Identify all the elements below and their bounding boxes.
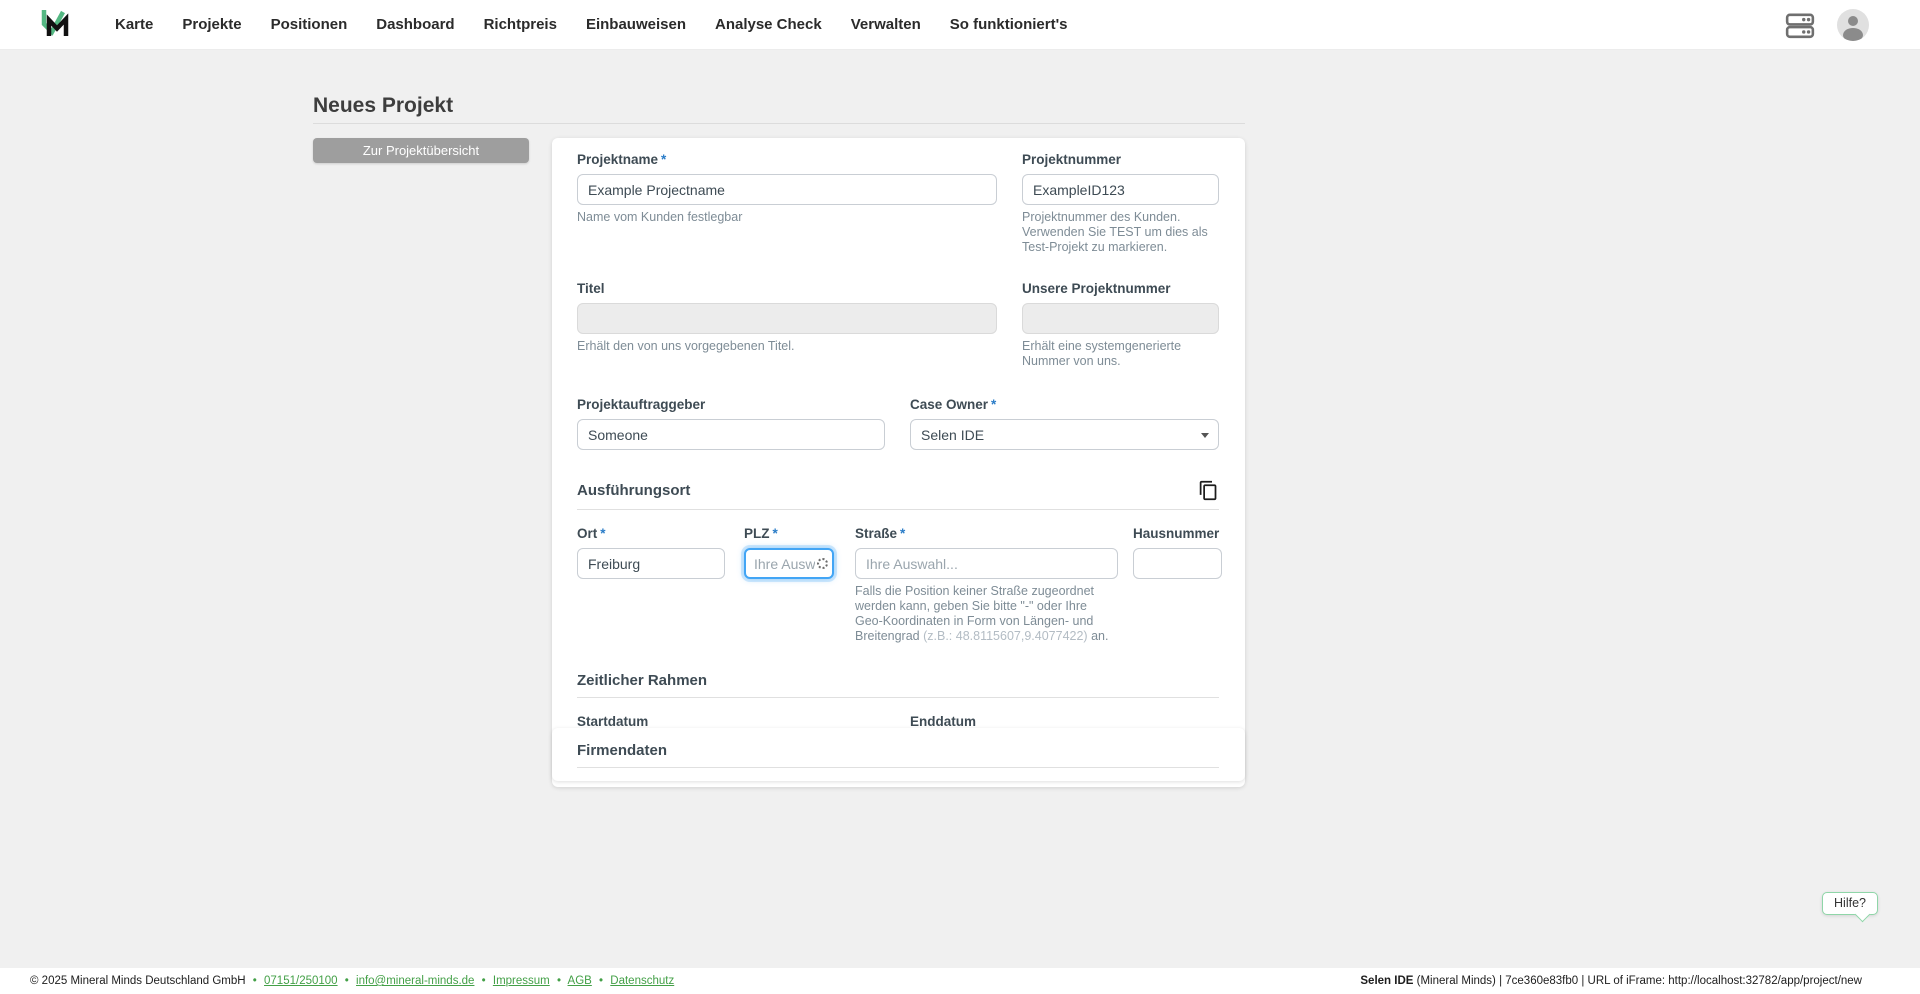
ort-label: Ort *: [577, 526, 606, 541]
firmendaten-divider: [577, 767, 1219, 768]
plz-label: PLZ *: [744, 526, 778, 541]
titel-hint: Erhält den von uns vorgegebenen Titel.: [577, 339, 795, 353]
unsere-projektnummer-label: Unsere Projektnummer: [1022, 281, 1171, 296]
plz-input-wrapper: [744, 548, 834, 579]
ort-input[interactable]: [577, 548, 725, 579]
field-hausnummer: Hausnummer: [1133, 526, 1222, 644]
required-asterisk: *: [900, 526, 906, 541]
loading-spinner-icon: [817, 558, 828, 569]
field-titel: Titel Erhält den von uns vorgegebenen Ti…: [577, 281, 997, 369]
projektauftraggeber-input[interactable]: [577, 419, 885, 450]
unsere-projektnummer-hint: Erhält eine systemgenerierte Nummer von …: [1022, 339, 1182, 368]
nav-item-richtpreis[interactable]: Richtpreis: [484, 16, 557, 33]
separator-dot: [345, 975, 349, 987]
firmendaten-card: Firmendaten: [552, 728, 1245, 781]
projektnummer-hint: Projektnummer des Kunden. Verwenden Sie …: [1022, 210, 1208, 254]
field-projektnummer: Projektnummer Projektnummer des Kunden. …: [1022, 152, 1219, 255]
ausfuehrungsort-divider: [577, 509, 1219, 510]
projektname-input[interactable]: [577, 174, 997, 205]
field-projektname: Projektname* Name vom Kunden festlegbar: [577, 152, 997, 255]
required-asterisk: *: [772, 526, 778, 541]
field-strasse: Straße* Falls die Position keiner Straße…: [855, 526, 1118, 644]
case-owner-selected-value: Selen IDE: [921, 426, 985, 443]
field-unsere-projektnummer: Unsere Projektnummer Erhält eine systemg…: [1022, 281, 1219, 369]
ausfuehrungsort-title: Ausführungsort: [577, 482, 691, 499]
back-to-project-overview-button[interactable]: Zur Projektübersicht: [313, 138, 529, 163]
firmendaten-section-header: Firmendaten: [577, 742, 1219, 759]
nav-item-projekte[interactable]: Projekte: [182, 16, 241, 33]
strasse-hint-example: (z.B.: 48.8115607,9.4077422): [923, 629, 1088, 643]
mineral-minds-logo-icon[interactable]: [35, 5, 75, 45]
required-asterisk: *: [661, 152, 667, 167]
field-projektauftraggeber: Projektauftraggeber: [577, 397, 885, 450]
form-row-titel-nummer: Titel Erhält den von uns vorgegebenen Ti…: [577, 281, 1219, 369]
footer-left: © 2025 Mineral Minds Deutschland GmbH 07…: [30, 975, 674, 987]
separator-dot: [253, 975, 257, 987]
nav-item-analyse-check[interactable]: Analyse Check: [715, 16, 822, 33]
avatar-icon[interactable]: [1837, 8, 1869, 41]
copy-icon[interactable]: [1198, 480, 1219, 501]
projektnummer-input[interactable]: [1022, 174, 1219, 205]
case-owner-select[interactable]: Selen IDE: [910, 419, 1219, 450]
field-plz: PLZ *: [744, 526, 834, 644]
projektname-hint: Name vom Kunden festlegbar: [577, 210, 743, 224]
field-case-owner: Case Owner * Selen IDE: [910, 397, 1219, 450]
footer-session-info: (Mineral Minds) | 7ce360e83fb0 | URL of …: [1413, 975, 1862, 987]
nav-item-einbauweisen[interactable]: Einbauweisen: [586, 16, 686, 33]
titel-label: Titel: [577, 281, 605, 296]
nav-item-so-funktionierts[interactable]: So funktioniert's: [950, 16, 1068, 33]
zeitlicher-rahmen-section-header: Zeitlicher Rahmen: [577, 672, 1219, 689]
page-footer: © 2025 Mineral Minds Deutschland GmbH 07…: [0, 968, 1920, 994]
nav-item-positionen[interactable]: Positionen: [271, 16, 348, 33]
required-asterisk: *: [991, 397, 997, 412]
projektauftraggeber-label: Projektauftraggeber: [577, 397, 706, 412]
enddatum-label: Enddatum: [910, 714, 976, 729]
separator-dot: [599, 975, 603, 987]
form-row-address: Ort* PLZ* Straße* Falls die Position kei…: [577, 526, 1222, 644]
titel-input: [577, 303, 997, 334]
separator-dot: [557, 975, 561, 987]
case-owner-label: Case Owner *: [910, 397, 997, 412]
server-icon[interactable]: [1785, 11, 1815, 39]
copyright-text: © 2025 Mineral Minds Deutschland GmbH: [30, 975, 246, 987]
strasse-label: Straße *: [855, 526, 906, 541]
form-row-name-number: Projektname* Name vom Kunden festlegbar …: [577, 152, 1219, 255]
main-navigation: Karte Projekte Positionen Dashboard Rich…: [115, 16, 1068, 33]
footer-link-phone[interactable]: 07151/250100: [264, 975, 338, 987]
hausnummer-label: Hausnummer: [1133, 526, 1220, 541]
strasse-hint: Falls die Position keiner Straße zugeord…: [855, 584, 1109, 643]
footer-link-datenschutz[interactable]: Datenschutz: [610, 975, 674, 987]
footer-link-email[interactable]: info@mineral-minds.de: [356, 975, 474, 987]
field-ort: Ort *: [577, 526, 725, 644]
title-divider: [313, 123, 1245, 124]
page-title: Neues Projekt: [313, 94, 454, 117]
ausfuehrungsort-section-header: Ausführungsort: [577, 480, 1219, 501]
footer-right: Selen IDE (Mineral Minds) | 7ce360e83fb0…: [1360, 975, 1862, 987]
zeitlicher-rahmen-divider: [577, 697, 1219, 698]
dropdown-arrow-icon: [1201, 433, 1209, 438]
project-form-card: Projektname* Name vom Kunden festlegbar …: [552, 138, 1245, 787]
navbar-right-actions: [1785, 8, 1920, 41]
strasse-input[interactable]: [855, 548, 1118, 579]
app-window: Karte Projekte Positionen Dashboard Rich…: [0, 0, 1920, 994]
firmendaten-title: Firmendaten: [577, 742, 668, 759]
top-navbar: Karte Projekte Positionen Dashboard Rich…: [0, 0, 1920, 50]
required-asterisk: *: [600, 526, 606, 541]
zeitlicher-rahmen-title: Zeitlicher Rahmen: [577, 672, 708, 689]
page-content: Neues Projekt Zur Projektübersicht Proje…: [0, 50, 1920, 968]
form-row-auftraggeber-owner: Projektauftraggeber Case Owner* Selen ID…: [577, 397, 1219, 450]
footer-session-user: Selen IDE: [1360, 975, 1414, 987]
startdatum-label: Startdatum: [577, 714, 649, 729]
footer-link-agb[interactable]: AGB: [568, 975, 592, 987]
unsere-projektnummer-input: [1022, 303, 1219, 334]
nav-item-dashboard[interactable]: Dashboard: [376, 16, 454, 33]
separator-dot: [482, 975, 486, 987]
nav-item-karte[interactable]: Karte: [115, 16, 153, 33]
footer-link-impressum[interactable]: Impressum: [493, 975, 550, 987]
projektname-label: Projektname *: [577, 152, 667, 167]
hausnummer-input[interactable]: [1133, 548, 1222, 579]
projektnummer-label: Projektnummer: [1022, 152, 1122, 167]
help-button[interactable]: Hilfe?: [1822, 892, 1878, 915]
nav-item-verwalten[interactable]: Verwalten: [851, 16, 921, 33]
